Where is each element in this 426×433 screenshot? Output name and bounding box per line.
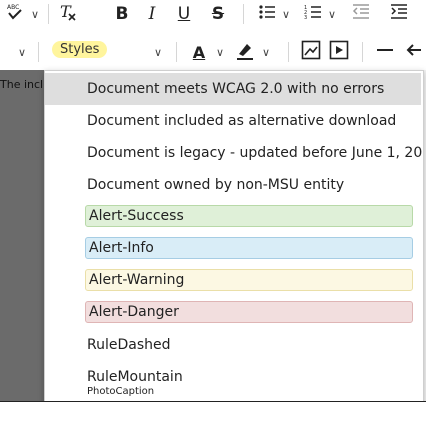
abc-check-icon: ABC: [6, 2, 24, 27]
numbered-list-button[interactable]: 1 2 3: [302, 2, 324, 26]
editor-left-margin: The incl: [0, 70, 44, 402]
chevron-down-icon: ∨: [153, 45, 163, 59]
chevron-down-icon: ∨: [30, 7, 40, 21]
strikethrough-button[interactable]: S: [206, 2, 230, 26]
chevron-down-icon: ∨: [261, 45, 271, 59]
image-icon: [301, 40, 321, 65]
menu-item-legacy[interactable]: Document is legacy - updated before June…: [45, 137, 424, 169]
toolbar-divider: [243, 4, 244, 24]
font-color-button[interactable]: A: [188, 40, 210, 64]
styles-menu: Document meets WCAG 2.0 with no errors D…: [44, 70, 424, 404]
alert-success-chip: Alert-Success: [85, 205, 413, 227]
menu-item-non-msu[interactable]: Document owned by non-MSU entity: [45, 169, 421, 201]
chevron-down-icon: ∨: [215, 45, 225, 59]
font-color-menu-button[interactable]: ∨: [214, 40, 226, 64]
chevron-down-icon: ∨: [17, 45, 27, 59]
menu-item-label: PhotoCaption: [87, 386, 155, 397]
toolbar-divider: [362, 42, 363, 62]
horizontal-rule-icon: [376, 41, 394, 64]
bullet-list-button[interactable]: [256, 2, 278, 26]
styles-dropdown[interactable]: Styles: [44, 38, 148, 64]
outdent-icon: [352, 3, 370, 26]
insert-media-button[interactable]: [328, 40, 350, 64]
highlighter-icon: [235, 40, 255, 65]
svg-text:3: 3: [304, 15, 307, 21]
indent-button[interactable]: [388, 2, 410, 26]
italic-button[interactable]: I: [140, 2, 164, 26]
bullet-list-menu-button[interactable]: ∨: [280, 2, 292, 26]
status-bar: [0, 402, 426, 433]
menu-item-wcag[interactable]: Document meets WCAG 2.0 with no errors: [45, 73, 421, 105]
highlight-color-menu-button[interactable]: ∨: [260, 40, 272, 64]
undo-button[interactable]: [404, 40, 424, 64]
menu-item-label: Alert-Danger: [89, 304, 179, 320]
horizontal-rule-button[interactable]: [374, 40, 396, 64]
alert-danger-chip: Alert-Danger: [85, 301, 413, 323]
menu-item-label: Document meets WCAG 2.0 with no errors: [87, 81, 385, 97]
menu-item-label: Document is legacy - updated before June…: [87, 145, 424, 161]
bold-button[interactable]: B: [110, 2, 134, 26]
menu-item-rule-dashed[interactable]: RuleDashed: [45, 329, 421, 361]
chevron-down-icon: ∨: [281, 7, 291, 21]
numbered-list-icon: 1 2 3: [304, 3, 322, 26]
menu-item-label: RuleMountain: [87, 369, 183, 385]
media-icon: [329, 40, 349, 65]
styles-menu-button[interactable]: ∨: [150, 40, 166, 64]
insert-image-button[interactable]: [300, 40, 322, 64]
menu-item-alert-warning[interactable]: Alert-Warning: [45, 265, 421, 297]
toolbar-row-2: ∨ Styles ∨ A ∨ ∨: [0, 36, 426, 68]
block-format-menu-button[interactable]: ∨: [14, 40, 30, 64]
indent-icon: [390, 3, 408, 26]
svg-text:ABC: ABC: [7, 4, 19, 11]
bullet-list-icon: [258, 3, 276, 26]
toolbar-row-1: ABC ∨ T B I U S ∨ 1 2 3 ∨: [0, 0, 426, 30]
numbered-list-menu-button[interactable]: ∨: [326, 2, 338, 26]
clear-formatting-icon: T: [57, 2, 77, 27]
toolbar-divider: [176, 42, 177, 62]
menu-item-alert-danger[interactable]: Alert-Danger: [45, 297, 421, 329]
menu-item-label: Alert-Info: [89, 240, 154, 256]
clear-formatting-button[interactable]: T: [54, 2, 80, 26]
arrow-left-icon: [405, 41, 423, 64]
menu-item-alert-success[interactable]: Alert-Success: [45, 201, 421, 233]
underline-button[interactable]: U: [172, 2, 196, 26]
spellcheck-button[interactable]: ABC: [4, 2, 26, 26]
menu-item-label: Alert-Warning: [89, 272, 185, 288]
outdent-button[interactable]: [350, 2, 372, 26]
menu-item-label: Alert-Success: [89, 208, 184, 224]
toolbar-divider: [288, 42, 289, 62]
menu-item-alternative-download[interactable]: Document included as alternative downloa…: [45, 105, 421, 137]
chevron-down-icon: ∨: [327, 7, 337, 21]
menu-item-alert-info[interactable]: Alert-Info: [45, 233, 421, 265]
alert-warning-chip: Alert-Warning: [85, 269, 413, 291]
menu-item-label: RuleDashed: [87, 337, 171, 353]
editor-text-fragment: The incl: [0, 78, 44, 91]
alert-info-chip: Alert-Info: [85, 237, 413, 259]
menu-item-label: Document owned by non-MSU entity: [87, 177, 345, 193]
highlight-color-button[interactable]: [234, 40, 256, 64]
spellcheck-menu-button[interactable]: ∨: [28, 2, 42, 26]
menu-item-label: Document included as alternative downloa…: [87, 113, 397, 129]
toolbar-divider: [48, 4, 49, 24]
styles-dropdown-label: Styles: [52, 41, 108, 58]
toolbar-divider: [38, 42, 39, 62]
